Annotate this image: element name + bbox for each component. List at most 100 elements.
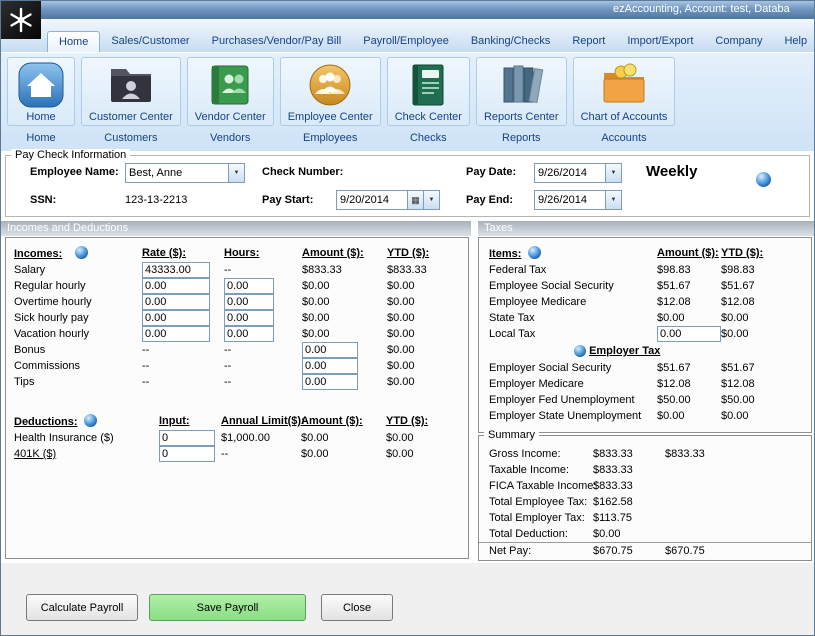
salary-rate-input[interactable]: [142, 262, 210, 278]
pay-end-select[interactable]: 9/26/2014 ▼: [534, 190, 622, 210]
summary-label: Gross Income:: [489, 448, 593, 460]
401k-input[interactable]: [159, 446, 215, 462]
tab-company[interactable]: Company: [704, 31, 773, 52]
tips-amount-input[interactable]: [302, 374, 358, 390]
regular-hourly-rate-input[interactable]: [142, 278, 210, 294]
sick-hourly-hours-input[interactable]: [224, 310, 274, 326]
tax-row-employer-medicare: Employer Medicare $12.08 $12.08: [479, 376, 811, 392]
amount-header: Amount ($):: [657, 247, 721, 259]
close-button[interactable]: Close: [321, 594, 393, 621]
deduction-row-health-insurance: Health Insurance ($) $1,000.00 $0.00 $0.…: [6, 430, 468, 446]
tab-banking-checks[interactable]: Banking/Checks: [460, 31, 562, 52]
chevron-down-icon[interactable]: ▼: [423, 191, 439, 209]
income-hours: --: [224, 344, 302, 356]
employer-tax-header-row: Employer Tax: [479, 342, 811, 360]
chart-of-accounts-button[interactable]: Chart of Accounts: [573, 57, 676, 126]
toolbar-item-chart-of-accounts: Chart of Accounts Accounts: [573, 57, 676, 144]
sick-hourly-rate-input[interactable]: [142, 310, 210, 326]
deductions-header-row: Deductions: Input: Annual Limit($): Amou…: [6, 412, 468, 430]
pay-end-label: Pay End:: [466, 194, 513, 206]
taxes-header-row: Items: Amount ($): YTD ($):: [479, 244, 811, 262]
help-globe-icon[interactable]: [84, 414, 97, 427]
help-globe-icon[interactable]: [574, 345, 586, 357]
local-tax-input[interactable]: [657, 326, 721, 342]
chevron-down-icon[interactable]: ▼: [228, 164, 244, 182]
income-amount: $0.00: [302, 296, 387, 308]
reports-center-label: Reports Center: [484, 111, 559, 123]
checks-subtitle: Checks: [410, 132, 447, 144]
check-center-button[interactable]: Check Center: [387, 57, 470, 126]
summary-label: Total Deduction:: [489, 528, 593, 540]
commissions-amount-input[interactable]: [302, 358, 358, 374]
help-globe-icon[interactable]: [528, 246, 541, 259]
health-insurance-input[interactable]: [159, 430, 215, 446]
employee-center-button[interactable]: Employee Center: [280, 57, 381, 126]
summary-value: $833.33: [593, 464, 665, 476]
help-globe-icon[interactable]: [756, 172, 771, 187]
home-subtitle: Home: [26, 132, 55, 144]
tab-purchases-vendor-pay-bill[interactable]: Purchases/Vendor/Pay Bill: [201, 31, 353, 52]
overtime-hourly-hours-input[interactable]: [224, 294, 274, 310]
tax-row-employee-medicare: Employee Medicare $12.08 $12.08: [479, 294, 811, 310]
home-button[interactable]: Home: [7, 57, 75, 126]
hours-header: Hours:: [224, 247, 302, 259]
bonus-amount-input[interactable]: [302, 342, 358, 358]
tab-home[interactable]: Home: [47, 31, 100, 52]
toolbar: Home Home Customer Center Customers: [1, 52, 815, 151]
summary-row-total-employee-tax: Total Employee Tax: $162.58: [479, 494, 811, 510]
ssn-value: 123-13-2213: [125, 194, 187, 206]
summary-row-taxable-income: Taxable Income: $833.33: [479, 462, 811, 478]
employee-name-select[interactable]: Best, Anne ▼: [125, 163, 245, 183]
pay-date-value: 9/26/2014: [535, 167, 605, 179]
tax-row-local: Local Tax $0.00: [479, 326, 811, 342]
pay-start-datepicker[interactable]: 9/20/2014 ▦ ▼: [336, 190, 440, 210]
incomes-header-label: Incomes:: [14, 248, 62, 260]
vacation-hourly-rate-input[interactable]: [142, 326, 210, 342]
tax-ytd: $12.08: [721, 296, 811, 308]
menu-bar: Home Sales/Customer Purchases/Vendor/Pay…: [1, 19, 815, 52]
income-label: Tips: [14, 376, 142, 388]
tab-help[interactable]: Help: [773, 31, 815, 52]
tax-ytd: $51.67: [721, 280, 811, 292]
accounts-subtitle: Accounts: [601, 132, 646, 144]
reports-center-button[interactable]: Reports Center: [476, 57, 567, 126]
tax-row-employer-state-unemployment: Employer State Unemployment $0.00 $0.00: [479, 408, 811, 424]
tax-label: Employee Medicare: [489, 296, 657, 308]
help-globe-icon[interactable]: [75, 246, 88, 259]
tax-label: State Tax: [489, 312, 657, 324]
vacation-hourly-hours-input[interactable]: [224, 326, 274, 342]
vendor-center-label: Vendor Center: [195, 111, 266, 123]
chevron-down-icon[interactable]: ▼: [605, 164, 621, 182]
tab-sales-customer[interactable]: Sales/Customer: [100, 31, 200, 52]
calendar-icon[interactable]: ▦: [407, 191, 423, 209]
regular-hourly-hours-input[interactable]: [224, 278, 274, 294]
tab-report[interactable]: Report: [561, 31, 616, 52]
calculate-payroll-button[interactable]: Calculate Payroll: [26, 594, 138, 621]
incomes-header-row: Incomes: Rate ($): Hours: Amount ($): YT…: [6, 244, 468, 262]
deduction-limit: --: [221, 448, 301, 460]
pay-start-value: 9/20/2014: [337, 194, 407, 206]
tab-import-export[interactable]: Import/Export: [616, 31, 704, 52]
customer-center-button[interactable]: Customer Center: [81, 57, 181, 126]
pay-date-select[interactable]: 9/26/2014 ▼: [534, 163, 622, 183]
income-ytd: $0.00: [387, 280, 468, 292]
income-row-commissions: Commissions -- -- $0.00: [6, 358, 468, 374]
summary-row-fica-taxable-income: FICA Taxable Income: $833.33: [479, 478, 811, 494]
deduction-label: 401K ($): [14, 448, 159, 460]
tax-amount: $0.00: [657, 410, 721, 422]
vendor-center-button[interactable]: Vendor Center: [187, 57, 274, 126]
income-ytd: $833.33: [387, 264, 468, 276]
rate-header: Rate ($):: [142, 247, 224, 259]
income-hours: --: [224, 264, 302, 276]
save-payroll-button[interactable]: Save Payroll: [149, 594, 306, 621]
summary-label: Total Employee Tax:: [489, 496, 593, 508]
employee-name-label: Employee Name:: [30, 166, 119, 178]
income-ytd: $0.00: [387, 376, 468, 388]
taxes-section-header: Taxes: [478, 221, 815, 236]
summary-ytd: $670.75: [665, 545, 811, 557]
main-content: Pay Check Information Employee Name: Bes…: [1, 151, 815, 563]
tax-label: Federal Tax: [489, 264, 657, 276]
tab-payroll-employee[interactable]: Payroll/Employee: [352, 31, 460, 52]
overtime-hourly-rate-input[interactable]: [142, 294, 210, 310]
chevron-down-icon[interactable]: ▼: [605, 191, 621, 209]
